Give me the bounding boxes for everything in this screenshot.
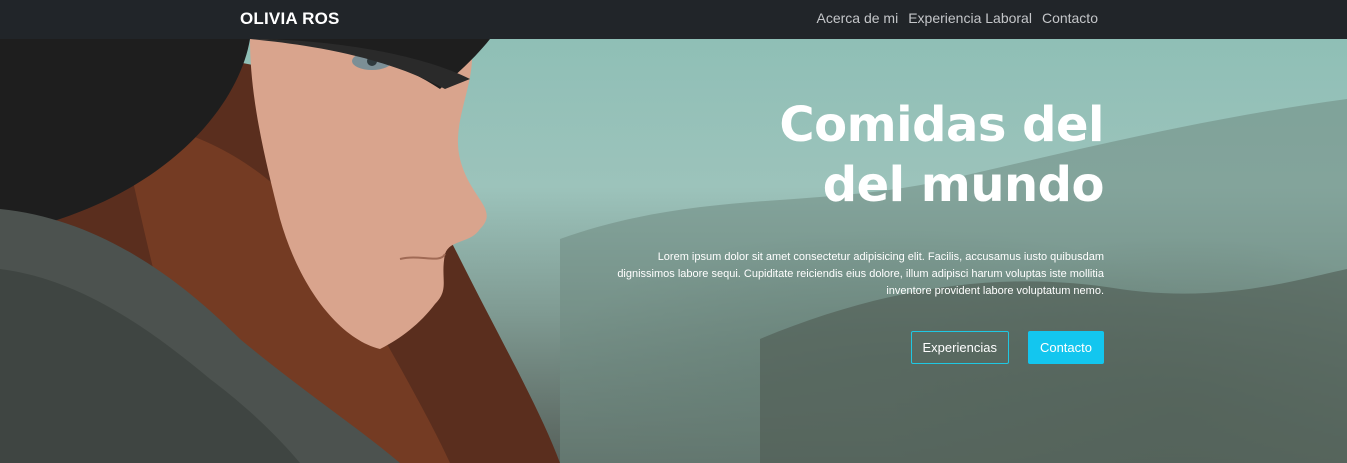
hero-section: Comidas del del mundo Lorem ipsum dolor … — [0, 39, 1347, 463]
experiences-button[interactable]: Experiencias — [910, 331, 1009, 364]
hero-description: Lorem ipsum dolor sit amet consectetur a… — [617, 251, 1104, 297]
hero-content: Comidas del del mundo Lorem ipsum dolor … — [584, 95, 1105, 364]
hero-title-line-2: del mundo — [822, 157, 1105, 213]
nav-link-experience[interactable]: Experiencia Laboral — [908, 10, 1032, 26]
hero-title: Comidas del del mundo — [584, 95, 1104, 215]
hero-title-line-1: Comidas del — [779, 97, 1104, 153]
nav-link-contact[interactable]: Contacto — [1042, 10, 1098, 26]
navbar: OLIVIA ROS Acerca de mi Experiencia Labo… — [0, 0, 1347, 39]
nav-link-about[interactable]: Acerca de mi — [817, 10, 899, 26]
nav-links: Acerca de mi Experiencia Laboral Contact… — [817, 10, 1099, 26]
contact-button[interactable]: Contacto — [1027, 331, 1104, 364]
hero-actions: Experiencias Contacto — [584, 331, 1104, 364]
brand-logo[interactable]: OLIVIA ROS — [240, 9, 340, 29]
